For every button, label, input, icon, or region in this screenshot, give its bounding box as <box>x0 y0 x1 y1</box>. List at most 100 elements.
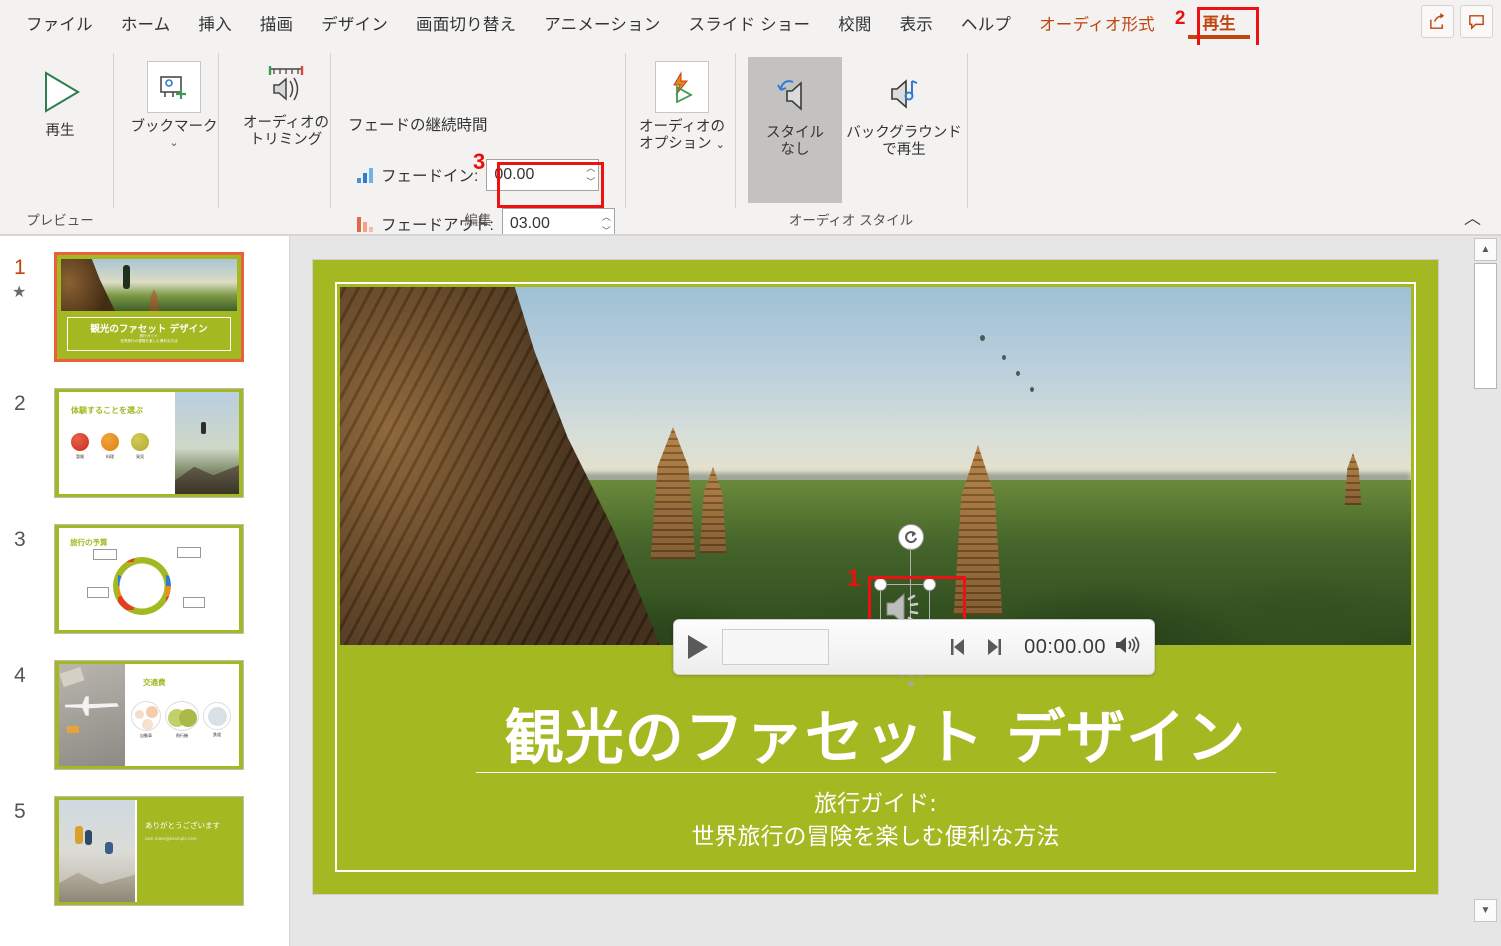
animation-star-icon[interactable]: ★ <box>12 282 26 302</box>
mini-item: 料理 <box>101 433 119 460</box>
play-background-label-1: バックグラウンド <box>846 125 962 141</box>
audio-options-label-1: オーディオの <box>639 119 725 135</box>
callout-number-3: 3 <box>473 149 486 174</box>
fade-in-icon <box>357 168 373 183</box>
thumbnail-number: 1 <box>14 256 26 279</box>
spinner-up-icon[interactable]: ︿ <box>586 163 595 173</box>
mini-slide: 体験することを選ぶ 冒険 料理 発見 <box>55 389 243 497</box>
comment-icon[interactable] <box>1460 5 1493 38</box>
slide-thumbnail-pane[interactable]: 1 ★ 観光のファセット デザイン 旅行ガイド: 世界旅行の冒険を楽しむ便利な方… <box>0 236 290 946</box>
play-icon[interactable] <box>688 635 708 659</box>
spinner-down-icon[interactable]: ﹀ <box>586 177 595 187</box>
scrollbar-thumb[interactable] <box>1474 263 1497 389</box>
mini-sub2: 世界旅行の冒険を楽しむ便利な方法 <box>120 339 178 343</box>
share-icon[interactable] <box>1421 5 1454 38</box>
bookmark-button[interactable]: ブックマーク ⌄ <box>129 61 219 150</box>
chevron-down-icon[interactable]: ⌄ <box>169 137 178 150</box>
window-action-icons <box>1421 5 1493 38</box>
thumbnail-card[interactable]: 体験することを選ぶ 冒険 料理 発見 <box>54 388 244 498</box>
step-forward-icon[interactable] <box>982 637 1004 657</box>
style-none-label-1: スタイル <box>766 125 824 141</box>
bookmark-add-icon <box>147 61 201 113</box>
thumbnail-slide-4[interactable]: 4 交通費 自動車 飛行機 鉄道 <box>0 660 290 795</box>
fade-duration-title: フェードの継続時間 <box>348 117 488 134</box>
group-divider-5 <box>735 53 736 208</box>
slide-editing-area: 1 00:00.00 観光のファセット デザイン 旅行ガイド: 世界旅行の冒険を… <box>290 236 1470 946</box>
thumbnail-number: 2 <box>14 392 26 415</box>
powerpoint-window: ファイル ホーム 挿入 描画 デザイン 画面切り替え アニメーション スライド … <box>0 0 1501 946</box>
vertical-scrollbar[interactable]: ▲ ▼ <box>1470 236 1501 946</box>
tab-audio-format[interactable]: オーディオ形式 <box>1025 7 1169 39</box>
fade-in-input[interactable]: 00.00 ︿ ﹀ <box>486 159 600 191</box>
tab-draw[interactable]: 描画 <box>246 7 307 39</box>
tab-help[interactable]: ヘルプ <box>947 7 1025 39</box>
thumbnail-card[interactable]: 旅行の予算 <box>54 524 244 634</box>
callout-number-2: 2 <box>1174 8 1186 29</box>
thumbnail-slide-1[interactable]: 1 ★ 観光のファセット デザイン 旅行ガイド: 世界旅行の冒険を楽しむ便利な方… <box>0 252 290 387</box>
tab-file[interactable]: ファイル <box>12 7 107 39</box>
play-triangle-icon <box>45 71 80 113</box>
mini-slide: ありがとうございます sam.mase@example.com <box>55 797 243 905</box>
thumbnail-card[interactable]: ありがとうございます sam.mase@example.com <box>54 796 244 906</box>
current-slide[interactable]: 1 00:00.00 観光のファセット デザイン 旅行ガイド: 世界旅行の冒険を… <box>313 260 1438 894</box>
play-background-label-2: で再生 <box>882 141 926 158</box>
mini-green-panel: ありがとうございます sam.mase@example.com <box>137 800 239 902</box>
tab-playback[interactable]: 再生 <box>1188 6 1250 39</box>
audio-trim-icon <box>268 66 304 101</box>
slide-subtitle-line1: 旅行ガイド: <box>814 791 937 817</box>
resize-handle-tl[interactable] <box>874 578 887 591</box>
title-underline <box>476 772 1276 773</box>
tab-transitions[interactable]: 画面切り替え <box>402 7 530 39</box>
play-background-button[interactable]: バックグラウンド で再生 <box>845 73 963 159</box>
mini-slide: 交通費 自動車 飛行機 鉄道 <box>55 661 243 769</box>
audio-progress-track[interactable] <box>722 629 830 665</box>
mini-photo <box>59 664 125 766</box>
resize-handle-tr[interactable] <box>923 578 936 591</box>
mini-sub1: sam.mase@example.com <box>145 836 197 841</box>
thumbnail-slide-5[interactable]: 5 ありがとうございます sam.mase@example.com <box>0 796 290 931</box>
scroll-up-icon[interactable]: ▲ <box>1474 238 1497 261</box>
play-button-label: 再生 <box>45 123 75 139</box>
tab-insert[interactable]: 挿入 <box>184 7 245 39</box>
audio-player-control[interactable]: 00:00.00 <box>673 619 1155 675</box>
tab-view[interactable]: 表示 <box>886 7 947 39</box>
slide-title[interactable]: 観光のファセット デザイン <box>373 690 1378 775</box>
slide-subtitle-line2: 世界旅行の冒険を楽しむ便利な方法 <box>691 823 1060 850</box>
slide-subtitle[interactable]: 旅行ガイド: 世界旅行の冒険を楽しむ便利な方法 <box>373 788 1378 853</box>
tab-design[interactable]: デザイン <box>307 7 402 39</box>
no-style-icon <box>777 80 802 111</box>
thumbnail-slide-3[interactable]: 3 旅行の予算 <box>0 524 290 659</box>
scroll-down-icon[interactable]: ▼ <box>1474 899 1497 922</box>
chevron-up-icon[interactable]: ︿ <box>1464 204 1481 229</box>
mini-item: 冒険 <box>71 433 89 460</box>
thumbnail-number: 3 <box>14 528 26 551</box>
thumbnail-card[interactable]: 交通費 自動車 飛行機 鉄道 <box>54 660 244 770</box>
style-none-button[interactable]: スタイル なし <box>748 57 842 203</box>
mini-photo <box>59 800 135 902</box>
mini-item: 発見 <box>131 433 149 460</box>
audio-options-button[interactable]: オーディオの オプション ⌄ <box>637 61 727 153</box>
play-button[interactable]: 再生 <box>28 67 92 140</box>
volume-icon[interactable] <box>1114 634 1140 661</box>
fade-in-spinner[interactable]: ︿ ﹀ <box>586 160 595 190</box>
ribbon-content: 再生 プレビュー ブックマーク ⌄ オーディオの トリミング フェードの継続時間… <box>0 45 1501 240</box>
chevron-down-icon[interactable]: ⌄ <box>716 139 725 151</box>
group-label-preview: プレビュー <box>26 213 94 228</box>
step-back-icon[interactable] <box>948 637 970 657</box>
fade-in-value: 00.00 <box>494 166 535 183</box>
tab-review[interactable]: 校閲 <box>824 7 885 39</box>
mini-icon-row: 冒険 料理 発見 <box>71 433 149 460</box>
mini-item: 鉄道 <box>203 702 231 738</box>
thumbnail-slide-2[interactable]: 2 体験することを選ぶ 冒険 料理 発見 <box>0 388 290 523</box>
trim-audio-button[interactable]: オーディオの トリミング <box>241 63 331 149</box>
tab-slideshow[interactable]: スライド ショー <box>675 7 825 39</box>
tab-animations[interactable]: アニメーション <box>530 7 674 39</box>
group-divider-4 <box>625 53 626 208</box>
mini-slide: 観光のファセット デザイン 旅行ガイド: 世界旅行の冒険を楽しむ便利な方法 <box>57 255 241 359</box>
tab-home[interactable]: ホーム <box>107 7 185 39</box>
thumbnail-card[interactable]: 観光のファセット デザイン 旅行ガイド: 世界旅行の冒険を楽しむ便利な方法 <box>54 252 244 362</box>
trim-label-2: トリミング <box>249 131 323 148</box>
rotate-handle[interactable] <box>898 524 924 550</box>
mini-hero-photo <box>61 259 237 311</box>
photo-hiker <box>640 327 686 477</box>
